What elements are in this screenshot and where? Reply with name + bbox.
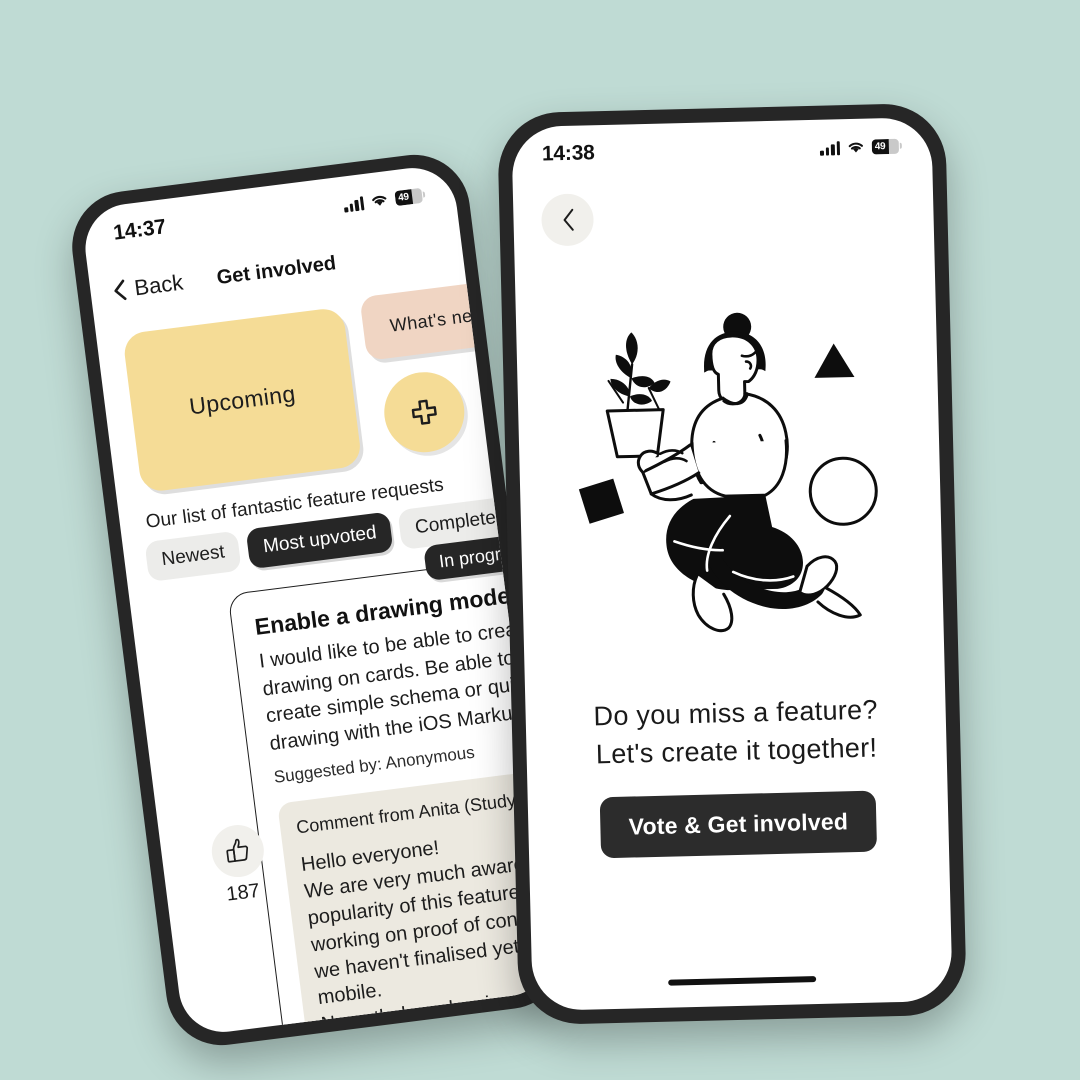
left-status-icons: 49 [343, 187, 426, 213]
phone-left-frame: 14:37 49 Get involved Back Upcoming What… [65, 148, 571, 1052]
signal-bars-icon [819, 140, 841, 156]
left-battery-percent: 49 [397, 190, 410, 204]
feature-request-card[interactable]: Enable a drawing mode I would like to be… [227, 556, 556, 1035]
vote-get-involved-button[interactable]: Vote & Get involved [599, 790, 877, 859]
phone-left-screen: 14:37 49 Get involved Back Upcoming What… [80, 162, 556, 1038]
whats-new-card-label: What's new [388, 303, 487, 336]
upcoming-card[interactable]: Upcoming [122, 306, 363, 494]
vote-widget: 187 [203, 821, 277, 908]
left-card-row: Upcoming What's new [121, 278, 517, 496]
whats-new-card[interactable]: What's new [359, 278, 517, 361]
hero-headline: Do you miss a feature? Let's create it t… [525, 689, 947, 776]
back-button[interactable] [540, 193, 595, 247]
right-status-icons: 49 [819, 138, 902, 156]
chevron-left-icon [114, 279, 127, 301]
wifi-icon [848, 142, 863, 153]
triangle-shape [814, 343, 855, 378]
battery-icon: 49 [871, 138, 900, 154]
home-indicator[interactable] [668, 976, 817, 986]
left-status-time: 14:37 [111, 215, 168, 245]
cta-row: Vote & Get involved [528, 789, 949, 860]
scene-canvas: 14:37 49 Get involved Back Upcoming What… [0, 0, 1080, 1080]
chevron-left-icon [563, 208, 574, 231]
add-request-button[interactable] [379, 367, 469, 457]
plus-icon [411, 399, 437, 425]
right-battery-percent: 49 [874, 140, 886, 152]
wifi-icon [372, 195, 387, 206]
circle-shape [808, 456, 878, 526]
back-button[interactable]: Back [111, 270, 185, 305]
filter-chip-newest[interactable]: Newest [144, 530, 243, 582]
signal-bars-icon [343, 195, 365, 213]
filter-chip-most-upvoted[interactable]: Most upvoted [245, 511, 394, 570]
upcoming-card-label: Upcoming [187, 379, 297, 419]
hero-illustration [515, 287, 944, 687]
back-button-label: Back [132, 269, 185, 301]
upvote-button[interactable] [208, 821, 267, 881]
phone-right-screen: 14:38 49 Do you miss a feature? Let's cr… [511, 117, 953, 1011]
battery-icon: 49 [394, 187, 423, 206]
phone-right-frame: 14:38 49 Do you miss a feature? Let's cr… [496, 102, 968, 1026]
thumbs-up-icon [226, 838, 249, 863]
square-shape [578, 478, 624, 524]
right-status-bar: 14:38 49 [511, 117, 932, 183]
woman-holding-plant-illustration [578, 312, 878, 633]
right-status-time: 14:38 [541, 141, 595, 166]
